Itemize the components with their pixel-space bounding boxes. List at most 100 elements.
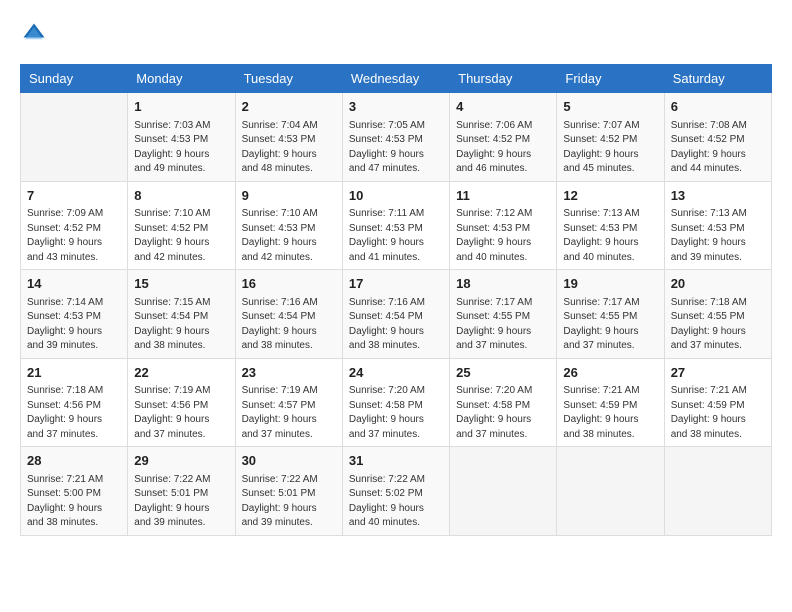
logo [20,20,52,48]
cell-content: Sunrise: 7:10 AMSunset: 4:52 PMDaylight:… [134,207,228,265]
calendar-cell: 5Sunrise: 7:07 AMSunset: 4:52 PMDaylight… [557,93,664,182]
calendar-cell: 30Sunrise: 7:22 AMSunset: 5:01 PMDayligh… [235,447,342,536]
calendar-cell: 26Sunrise: 7:21 AMSunset: 4:59 PMDayligh… [557,358,664,447]
calendar-cell: 25Sunrise: 7:20 AMSunset: 4:58 PMDayligh… [450,358,557,447]
day-number: 21 [27,363,121,383]
day-number: 30 [242,451,336,471]
cell-content: Sunrise: 7:17 AMSunset: 4:55 PMDaylight:… [563,296,657,354]
day-header-saturday: Saturday [664,65,771,93]
day-number: 22 [134,363,228,383]
calendar-cell: 8Sunrise: 7:10 AMSunset: 4:52 PMDaylight… [128,181,235,270]
cell-content: Sunrise: 7:16 AMSunset: 4:54 PMDaylight:… [242,296,336,354]
day-number: 2 [242,97,336,117]
day-number: 25 [456,363,550,383]
calendar-cell: 1Sunrise: 7:03 AMSunset: 4:53 PMDaylight… [128,93,235,182]
calendar-cell: 21Sunrise: 7:18 AMSunset: 4:56 PMDayligh… [21,358,128,447]
calendar-cell: 7Sunrise: 7:09 AMSunset: 4:52 PMDaylight… [21,181,128,270]
calendar-cell: 18Sunrise: 7:17 AMSunset: 4:55 PMDayligh… [450,270,557,359]
day-header-friday: Friday [557,65,664,93]
cell-content: Sunrise: 7:19 AMSunset: 4:57 PMDaylight:… [242,384,336,442]
calendar-cell: 10Sunrise: 7:11 AMSunset: 4:53 PMDayligh… [342,181,449,270]
day-number: 6 [671,97,765,117]
day-number: 15 [134,274,228,294]
calendar-cell: 20Sunrise: 7:18 AMSunset: 4:55 PMDayligh… [664,270,771,359]
calendar-cell: 12Sunrise: 7:13 AMSunset: 4:53 PMDayligh… [557,181,664,270]
day-number: 16 [242,274,336,294]
calendar-table: SundayMondayTuesdayWednesdayThursdayFrid… [20,64,772,536]
calendar-cell: 23Sunrise: 7:19 AMSunset: 4:57 PMDayligh… [235,358,342,447]
day-number: 3 [349,97,443,117]
cell-content: Sunrise: 7:08 AMSunset: 4:52 PMDaylight:… [671,119,765,177]
cell-content: Sunrise: 7:19 AMSunset: 4:56 PMDaylight:… [134,384,228,442]
calendar-cell: 17Sunrise: 7:16 AMSunset: 4:54 PMDayligh… [342,270,449,359]
day-number: 26 [563,363,657,383]
day-number: 11 [456,186,550,206]
calendar-cell: 28Sunrise: 7:21 AMSunset: 5:00 PMDayligh… [21,447,128,536]
cell-content: Sunrise: 7:22 AMSunset: 5:02 PMDaylight:… [349,473,443,531]
day-number: 8 [134,186,228,206]
day-number: 17 [349,274,443,294]
cell-content: Sunrise: 7:22 AMSunset: 5:01 PMDaylight:… [134,473,228,531]
calendar-cell [450,447,557,536]
cell-content: Sunrise: 7:22 AMSunset: 5:01 PMDaylight:… [242,473,336,531]
calendar-cell: 14Sunrise: 7:14 AMSunset: 4:53 PMDayligh… [21,270,128,359]
cell-content: Sunrise: 7:12 AMSunset: 4:53 PMDaylight:… [456,207,550,265]
cell-content: Sunrise: 7:21 AMSunset: 5:00 PMDaylight:… [27,473,121,531]
calendar-cell: 19Sunrise: 7:17 AMSunset: 4:55 PMDayligh… [557,270,664,359]
page-header [20,20,772,48]
calendar-cell: 3Sunrise: 7:05 AMSunset: 4:53 PMDaylight… [342,93,449,182]
calendar-cell: 29Sunrise: 7:22 AMSunset: 5:01 PMDayligh… [128,447,235,536]
day-number: 7 [27,186,121,206]
calendar-cell [664,447,771,536]
cell-content: Sunrise: 7:21 AMSunset: 4:59 PMDaylight:… [563,384,657,442]
cell-content: Sunrise: 7:13 AMSunset: 4:53 PMDaylight:… [671,207,765,265]
day-number: 20 [671,274,765,294]
day-number: 29 [134,451,228,471]
calendar-cell: 27Sunrise: 7:21 AMSunset: 4:59 PMDayligh… [664,358,771,447]
cell-content: Sunrise: 7:04 AMSunset: 4:53 PMDaylight:… [242,119,336,177]
day-number: 14 [27,274,121,294]
day-number: 18 [456,274,550,294]
calendar-cell: 31Sunrise: 7:22 AMSunset: 5:02 PMDayligh… [342,447,449,536]
calendar-cell: 11Sunrise: 7:12 AMSunset: 4:53 PMDayligh… [450,181,557,270]
cell-content: Sunrise: 7:11 AMSunset: 4:53 PMDaylight:… [349,207,443,265]
cell-content: Sunrise: 7:14 AMSunset: 4:53 PMDaylight:… [27,296,121,354]
calendar-cell [21,93,128,182]
cell-content: Sunrise: 7:18 AMSunset: 4:56 PMDaylight:… [27,384,121,442]
calendar-cell: 6Sunrise: 7:08 AMSunset: 4:52 PMDaylight… [664,93,771,182]
cell-content: Sunrise: 7:09 AMSunset: 4:52 PMDaylight:… [27,207,121,265]
cell-content: Sunrise: 7:17 AMSunset: 4:55 PMDaylight:… [456,296,550,354]
calendar-cell: 24Sunrise: 7:20 AMSunset: 4:58 PMDayligh… [342,358,449,447]
calendar-cell: 13Sunrise: 7:13 AMSunset: 4:53 PMDayligh… [664,181,771,270]
cell-content: Sunrise: 7:15 AMSunset: 4:54 PMDaylight:… [134,296,228,354]
logo-icon [20,20,48,48]
cell-content: Sunrise: 7:03 AMSunset: 4:53 PMDaylight:… [134,119,228,177]
cell-content: Sunrise: 7:10 AMSunset: 4:53 PMDaylight:… [242,207,336,265]
cell-content: Sunrise: 7:16 AMSunset: 4:54 PMDaylight:… [349,296,443,354]
calendar-cell [557,447,664,536]
day-number: 23 [242,363,336,383]
day-header-wednesday: Wednesday [342,65,449,93]
day-number: 13 [671,186,765,206]
cell-content: Sunrise: 7:18 AMSunset: 4:55 PMDaylight:… [671,296,765,354]
day-number: 28 [27,451,121,471]
calendar-header: SundayMondayTuesdayWednesdayThursdayFrid… [21,65,772,93]
calendar-cell: 22Sunrise: 7:19 AMSunset: 4:56 PMDayligh… [128,358,235,447]
day-number: 19 [563,274,657,294]
calendar-cell: 16Sunrise: 7:16 AMSunset: 4:54 PMDayligh… [235,270,342,359]
calendar-cell: 15Sunrise: 7:15 AMSunset: 4:54 PMDayligh… [128,270,235,359]
day-header-sunday: Sunday [21,65,128,93]
cell-content: Sunrise: 7:20 AMSunset: 4:58 PMDaylight:… [456,384,550,442]
day-number: 5 [563,97,657,117]
cell-content: Sunrise: 7:13 AMSunset: 4:53 PMDaylight:… [563,207,657,265]
day-number: 24 [349,363,443,383]
day-number: 27 [671,363,765,383]
day-header-thursday: Thursday [450,65,557,93]
calendar-cell: 9Sunrise: 7:10 AMSunset: 4:53 PMDaylight… [235,181,342,270]
cell-content: Sunrise: 7:05 AMSunset: 4:53 PMDaylight:… [349,119,443,177]
day-header-monday: Monday [128,65,235,93]
day-number: 12 [563,186,657,206]
day-number: 10 [349,186,443,206]
day-number: 9 [242,186,336,206]
day-number: 31 [349,451,443,471]
